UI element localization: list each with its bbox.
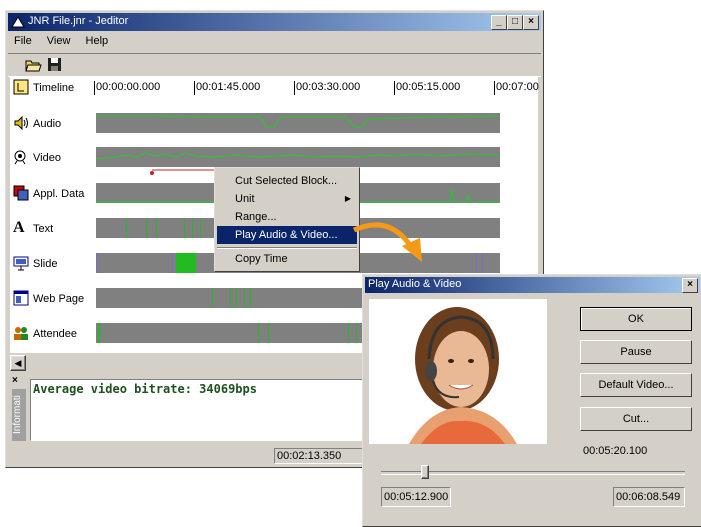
menu-item-range[interactable]: Range...	[217, 208, 357, 226]
camera-icon	[14, 150, 26, 165]
close-panel-icon[interactable]: ×	[12, 375, 26, 386]
tick-label: 00:00:00.000	[96, 81, 161, 93]
information-tab[interactable]: × Informati	[12, 375, 26, 443]
video-preview	[369, 299, 547, 444]
video-track[interactable]	[96, 147, 500, 167]
default-video-button[interactable]: Default Video...	[580, 373, 692, 397]
application-icon	[13, 185, 29, 201]
minimize-button[interactable]: _	[491, 15, 507, 30]
close-button[interactable]: ×	[523, 15, 539, 30]
start-time-field[interactable]: 00:05:12.900	[381, 487, 451, 507]
menu-file[interactable]: File	[8, 33, 38, 47]
status-time: 00:02:13.350	[274, 448, 370, 464]
pause-button[interactable]: Pause	[580, 340, 692, 364]
dialog-title: Play Audio & Video	[368, 278, 462, 290]
context-menu: Cut Selected Block... Unit ▶ Range... Pla…	[214, 167, 360, 272]
text-icon: A	[13, 219, 25, 236]
menu-view[interactable]: View	[41, 33, 77, 47]
menu-item-cut-selected-block[interactable]: Cut Selected Block...	[217, 172, 357, 190]
play-audio-video-dialog: Play Audio & Video × OK Pause Default Vi…	[362, 274, 701, 527]
title-bar[interactable]: JNR File.jnr - Jeditor _ □ ×	[8, 13, 541, 31]
menu-item-unit[interactable]: Unit ▶	[217, 190, 357, 208]
menu-separator	[217, 247, 357, 249]
scroll-left-icon[interactable]: ◀	[10, 355, 26, 371]
submenu-arrow-icon: ▶	[344, 194, 351, 203]
audio-track[interactable]	[96, 113, 500, 133]
menu-bar: File View Help	[8, 33, 541, 51]
save-disk-icon[interactable]	[46, 56, 64, 73]
orange-arrow-icon	[352, 222, 422, 262]
speaker-icon	[14, 115, 28, 131]
dialog-title-bar[interactable]: Play Audio & Video ×	[365, 277, 700, 293]
menu-item-unit-label: Unit	[235, 193, 255, 205]
tick-label: 00:03:30.000	[296, 81, 361, 93]
tick-label: 00:05:15.000	[396, 81, 461, 93]
menu-help[interactable]: Help	[80, 33, 115, 47]
toolbar	[8, 53, 541, 77]
maximize-button[interactable]: □	[507, 15, 523, 30]
timeline-ruler[interactable]: 00:00:00.000 00:01:45.000 00:03:30.000 0…	[94, 77, 539, 99]
dialog-close-button[interactable]: ×	[682, 278, 698, 293]
end-time-field[interactable]: 00:06:08.549	[613, 487, 685, 507]
cut-button[interactable]: Cut...	[580, 407, 692, 431]
tick-label: 00:07:00	[496, 81, 539, 93]
playback-slider-thumb[interactable]	[421, 465, 429, 479]
selection-range-marker[interactable]	[150, 167, 220, 177]
app-icon	[11, 16, 25, 28]
attendee-icon	[14, 327, 28, 340]
current-time-label: 00:05:20.100	[583, 445, 648, 457]
menu-item-copy-time[interactable]: Copy Time	[217, 250, 357, 268]
information-tab-label: Informati	[12, 389, 26, 441]
info-text: Average video bitrate: 34069bps	[33, 382, 257, 396]
tick-label: 00:01:45.000	[196, 81, 261, 93]
menu-item-play-audio-video[interactable]: Play Audio & Video...	[217, 226, 357, 244]
open-folder-icon[interactable]	[24, 56, 42, 73]
web-page-icon	[13, 290, 29, 306]
timeline-icon	[13, 79, 29, 95]
window-title: JNR File.jnr - Jeditor	[28, 15, 129, 27]
ok-button[interactable]: OK	[580, 307, 692, 331]
slide-icon	[13, 256, 29, 271]
